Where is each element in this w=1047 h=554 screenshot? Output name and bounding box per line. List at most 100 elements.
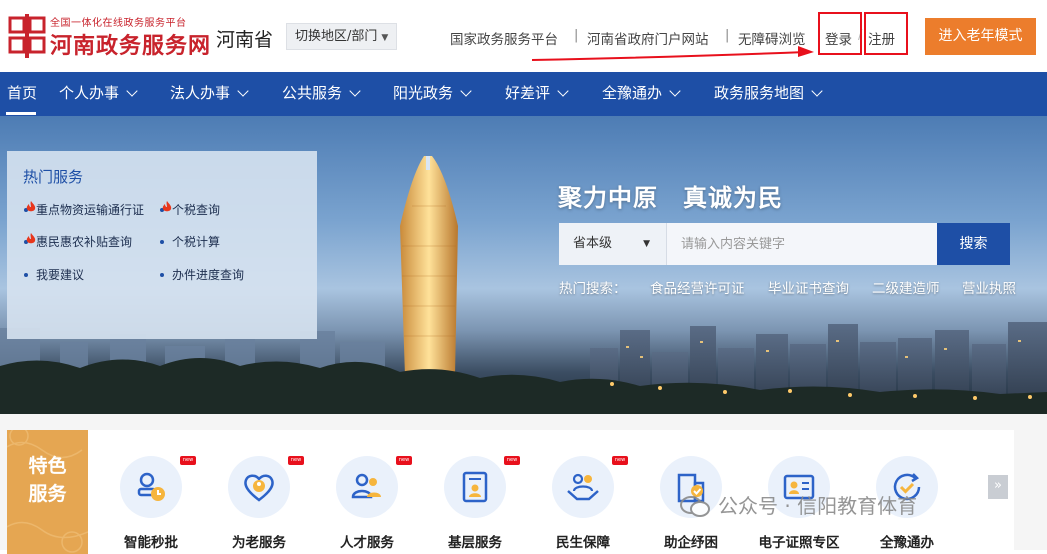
caret-down-icon: ▼ (381, 33, 389, 43)
scroll-next-button[interactable]: » (988, 475, 1008, 499)
elder-mode-button[interactable]: 进入老年模式 (925, 18, 1036, 55)
hot-search-term[interactable]: 二级建造师 (872, 277, 940, 297)
hot-service-item[interactable]: 个税计算 (160, 233, 220, 250)
nav-item-label: 全豫通办 (602, 84, 663, 102)
chevron-down-icon (811, 85, 823, 97)
new-badge: new (612, 456, 628, 465)
chevron-down-icon (237, 85, 249, 97)
hands-people-icon (567, 473, 599, 501)
nav-item-home[interactable]: 首页 (7, 72, 37, 116)
hot-search-term[interactable]: 毕业证书查询 (768, 277, 849, 297)
fire-icon (26, 201, 36, 212)
service-label: 智能秒批 (124, 535, 178, 551)
fire-icon (26, 233, 36, 244)
search-button[interactable]: 搜索 (937, 223, 1010, 265)
nav-item-corporate[interactable]: 法人办事 (170, 72, 249, 116)
service-label: 助企纾困 (664, 535, 718, 551)
nav-item-label: 个人办事 (59, 84, 120, 102)
logo-subtitle: 全国一体化在线政务服务平台 (50, 18, 187, 29)
watermark: 公众号 · 信阳教育体育 (680, 490, 917, 519)
service-label: 民生保障 (556, 535, 610, 551)
service-label: 基层服务 (448, 535, 502, 551)
featured-services-title: 特色 服务 (7, 452, 88, 508)
site-logo-icon[interactable] (8, 14, 46, 58)
hot-service-label: 我要建议 (36, 268, 85, 282)
new-badge: new (180, 456, 196, 465)
switch-region-button[interactable]: 切换地区/部门 ▼ (286, 23, 397, 50)
nav-item-label: 法人办事 (170, 84, 231, 102)
people-icon (351, 473, 381, 499)
logo-title[interactable]: 河南政务服务网 (50, 28, 211, 60)
nav-item-label: 首页 (7, 84, 38, 102)
new-badge: new (504, 456, 520, 465)
bullet-dot-icon (24, 273, 28, 277)
bullet-dot-icon (160, 240, 164, 244)
nav-active-indicator (6, 112, 36, 115)
service-label: 全豫通办 (880, 535, 934, 551)
nav-item-service-map[interactable]: 政务服务地图 (714, 72, 823, 116)
hot-service-item[interactable]: 重点物资运输通行证 (24, 201, 144, 218)
service-icon-circle: new (336, 456, 412, 518)
service-label: 人才服务 (340, 535, 394, 551)
nav-item-public-service[interactable]: 公共服务 (282, 72, 361, 116)
nav-item-label: 阳光政务 (393, 84, 454, 102)
stamp-clock-icon (137, 472, 165, 501)
chevron-down-icon (126, 85, 138, 97)
caret-down-icon: ▼ (643, 239, 650, 249)
service-icon-circle: new (552, 456, 628, 518)
chevron-down-icon (349, 85, 361, 97)
nav-item-label: 好差评 (505, 84, 551, 102)
search-scope-select[interactable]: 省本级 ▼ (559, 223, 667, 265)
hot-service-item[interactable]: 办件进度查询 (160, 266, 244, 283)
hot-services-title: 热门服务 (23, 168, 84, 186)
search-bar: 省本级 ▼ 搜索 (559, 223, 1010, 265)
nav-item-personal[interactable]: 个人办事 (59, 72, 138, 116)
nav-item-province-wide[interactable]: 全豫通办 (602, 72, 681, 116)
fire-icon (162, 201, 172, 212)
current-province: 河南省 (216, 29, 274, 51)
watermark-text: 公众号 · 信阳教育体育 (718, 494, 918, 518)
login-highlight-box (818, 12, 862, 55)
hot-search-term[interactable]: 营业执照 (962, 277, 1016, 297)
chevron-down-icon (460, 85, 472, 97)
hot-services-panel: 热门服务 重点物资运输通行证 个税查询 惠民惠农补贴查询 个税计算 我要建议 办… (7, 151, 317, 339)
site-header: 全国一体化在线政务服务平台 河南政务服务网 河南省 切换地区/部门 ▼ 国家政务服… (0, 0, 1047, 72)
hot-service-item[interactable]: 个税查询 (160, 201, 220, 218)
featured-services-tab: 特色 服务 (7, 430, 88, 554)
hot-service-label: 办件进度查询 (172, 268, 245, 282)
nav-item-label: 公共服务 (282, 84, 343, 102)
heart-elder-icon (244, 474, 274, 502)
nav-item-label: 政务服务地图 (714, 84, 805, 102)
search-scope-value: 省本级 (573, 236, 613, 251)
service-icon-circle: new (120, 456, 196, 518)
nav-item-open-government[interactable]: 阳光政务 (393, 72, 472, 116)
new-badge: new (396, 456, 412, 465)
switch-region-label: 切换地区/部门 (295, 29, 378, 44)
chevron-down-icon (669, 85, 681, 97)
featured-title-line: 服务 (28, 483, 67, 505)
hot-service-label: 重点物资运输通行证 (36, 203, 145, 217)
new-badge: new (288, 456, 304, 465)
nav-item-rating[interactable]: 好差评 (505, 72, 569, 116)
hot-service-item[interactable]: 惠民惠农补贴查询 (24, 233, 132, 250)
hot-service-label: 惠民惠农补贴查询 (36, 235, 133, 249)
hero-banner: 热门服务 重点物资运输通行证 个税查询 惠民惠农补贴查询 个税计算 我要建议 办… (0, 116, 1047, 414)
main-nav: 首页 个人办事 法人办事 公共服务 阳光政务 好差评 全豫通办 政务服务地图 (0, 72, 1047, 116)
hero-slogan: 聚力中原 真诚为民 (558, 184, 783, 212)
search-input[interactable] (667, 223, 937, 265)
featured-title-line: 特色 (28, 455, 67, 477)
wechat-icon (680, 496, 710, 517)
service-label: 电子证照专区 (758, 535, 840, 551)
chevron-down-icon (557, 85, 569, 97)
hot-service-item[interactable]: 我要建议 (24, 266, 84, 283)
hot-service-label: 个税计算 (172, 235, 221, 249)
bullet-dot-icon (160, 273, 164, 277)
hot-search-term[interactable]: 食品经营许可证 (650, 277, 745, 297)
red-arrow-annotation (531, 46, 814, 61)
hot-service-label: 个税查询 (172, 203, 221, 217)
service-icon-circle: new (444, 456, 520, 518)
hot-search-label: 热门搜索： (559, 281, 627, 297)
register-highlight-box (864, 12, 908, 55)
document-user-icon (462, 471, 488, 503)
service-icon-circle: new (228, 456, 304, 518)
